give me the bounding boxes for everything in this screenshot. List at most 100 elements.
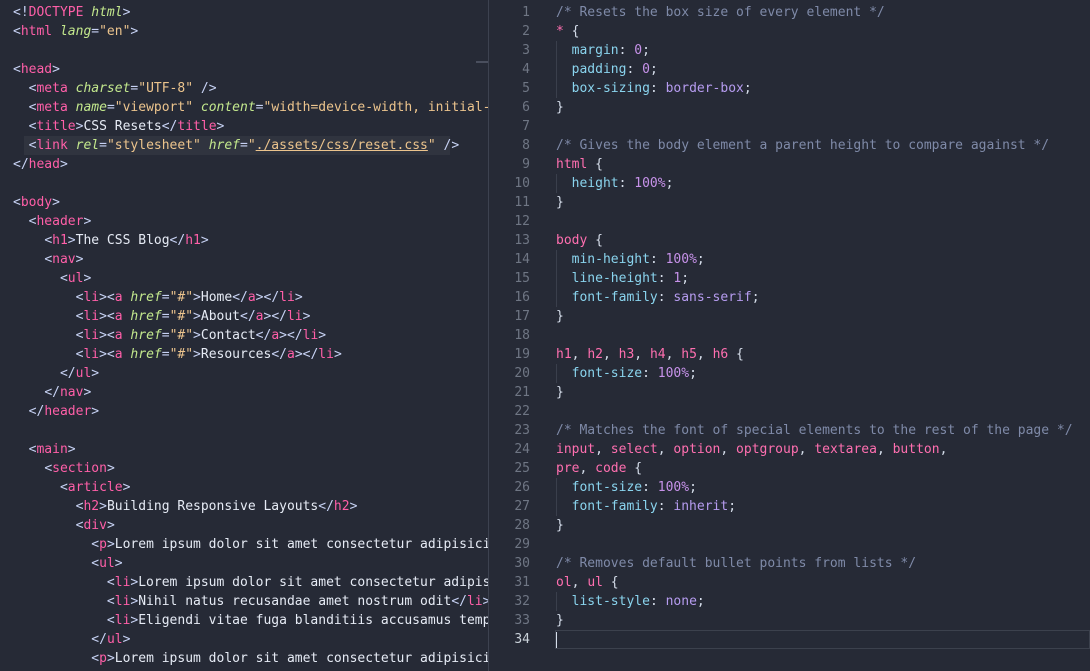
html-code-line[interactable]: <p>Lorem ipsum dolor sit amet consectetu… [0,649,488,668]
html-code-line[interactable]: <ul> [0,269,488,288]
code-token: li [318,347,334,362]
code-token: > [216,119,225,134]
code-token: "en" [99,24,131,39]
html-code-line[interactable]: <li><a href="#">About</a></li> [0,307,488,326]
code-token: DOCTYPE [28,5,84,20]
css-code-line[interactable]: 25 pre, code { [489,459,1090,478]
code-token: meta [36,100,68,115]
html-code-line[interactable]: <h1>The CSS Blog</h1> [0,231,488,250]
css-code-line[interactable]: 21} [489,383,1090,402]
code-token: h4 [649,347,666,362]
line-number: 25 [514,461,530,476]
css-code-line[interactable]: 19 h1, h2, h3, h4, h5, h6 { [489,345,1090,364]
line-number: 23 [514,423,530,438]
css-code-line[interactable]: 24 input, select, option, optgroup, texta… [489,440,1090,459]
html-code-line[interactable]: <li>Eligendi vitae fuga blanditiis accus… [0,611,488,630]
css-code-line[interactable]: 13 body { [489,231,1090,250]
code-token: " [247,138,256,153]
html-code-line[interactable]: </ul> [0,364,488,383]
html-code-line[interactable] [0,174,488,193]
html-code-line[interactable]: <link rel="stylesheet" href="./assets/cs… [0,136,488,155]
html-code-line[interactable]: <article> [0,478,488,497]
html-code-line[interactable]: </head> [0,155,488,174]
css-editor-pane[interactable]: 1 /* Resets the box size of every element… [489,0,1090,671]
html-code-line[interactable] [0,421,488,440]
code-token: li [466,594,483,609]
css-code-line[interactable]: 31 ol, ul { [489,573,1090,592]
css-code-line[interactable]: 16 font-family: sans-serif; [489,288,1090,307]
html-code-line[interactable]: <meta charset="UTF-8" /> [0,79,488,98]
code-token: > [106,537,115,552]
css-code-line[interactable]: 8 /* Gives the body element a parent heig… [489,136,1090,155]
html-code-line[interactable]: <li><a href="#">Resources</a></li> [0,345,488,364]
html-editor-pane[interactable]: <!DOCTYPE html> <html lang="en"> <head> <… [0,0,488,671]
code-token: * [556,24,564,39]
html-code-line[interactable]: <body> [0,193,488,212]
css-code-line[interactable]: 9 html { [489,155,1090,174]
html-code-line[interactable]: <ul> [0,554,488,573]
css-code-line[interactable]: 1 /* Resets the box size of every element… [489,3,1090,22]
code-token: </ [28,404,45,419]
html-code-line[interactable]: <head> [0,60,488,79]
html-code-line[interactable]: <p>Lorem ipsum dolor sit amet consectetu… [0,535,488,554]
css-code-line[interactable]: 12 [489,212,1090,231]
css-code-line[interactable]: 23 /* Matches the font of special element… [489,421,1090,440]
code-text: /* Resets the box size of every element … [556,3,885,22]
html-code-line[interactable]: <h2>Building Responsive Layouts</h2> [0,497,488,516]
html-code-line[interactable]: <title>CSS Resets</title> [0,117,488,136]
css-code-line[interactable]: 22 [489,402,1090,421]
html-code-line[interactable]: <nav> [0,250,488,269]
html-code-line[interactable]: <meta name="viewport" content="width=dev… [0,98,488,117]
css-code-line[interactable]: 11} [489,193,1090,212]
css-code-line[interactable]: 6} [489,98,1090,117]
css-code-line[interactable]: 15 line-height: 1; [489,269,1090,288]
css-code-line[interactable]: 28} [489,516,1090,535]
html-code[interactable]: <!DOCTYPE html> <html lang="en"> <head> <… [0,3,488,668]
html-code-line[interactable]: <main> [0,440,488,459]
css-code-line[interactable]: 2 * { [489,22,1090,41]
css-code-line[interactable]: 33} [489,611,1090,630]
css-code-line[interactable]: 20 font-size: 100%; [489,364,1090,383]
css-code-line[interactable]: 32 list-style: none; [489,592,1090,611]
html-code-line[interactable]: <html lang="en"> [0,22,488,41]
html-code-line[interactable]: <!DOCTYPE html> [0,3,488,22]
html-code-line[interactable]: <li>Nihil natus recusandae amet nostrum … [0,592,488,611]
html-code-line[interactable]: <div> [0,516,488,535]
code-token: ul [99,556,115,571]
code-token: p [99,537,107,552]
code-token: button [892,442,940,457]
css-code-line[interactable]: 18 [489,326,1090,345]
code-token: body [556,233,588,248]
code-token: charset [75,81,131,96]
html-code-line[interactable]: <li><a href="#">Home</a></li> [0,288,488,307]
html-code-line[interactable]: <header> [0,212,488,231]
code-token: a [247,290,256,305]
css-code-line[interactable]: 4 padding: 0; [489,60,1090,79]
css-code-line[interactable]: 10 height: 100%; [489,174,1090,193]
code-token: < [13,62,21,77]
css-code-line[interactable]: 27 font-family: inherit; [489,497,1090,516]
css-code-line[interactable]: 34 [489,630,1090,649]
scrollbar-marker[interactable] [476,61,488,63]
css-code-line[interactable]: 7 [489,117,1090,136]
html-code-line[interactable]: </nav> [0,383,488,402]
code-token: </ [44,385,60,400]
code-token: , [579,461,596,476]
css-code-line[interactable]: 3 margin: 0; [489,41,1090,60]
css-code[interactable]: 1 /* Resets the box size of every element… [489,3,1090,649]
html-code-line[interactable]: </header> [0,402,488,421]
html-code-line[interactable]: <li><a href="#">Contact</a></li> [0,326,488,345]
html-code-line[interactable]: <section> [0,459,488,478]
html-code-line[interactable]: <li>Lorem ipsum dolor sit amet consectet… [0,573,488,592]
css-code-line[interactable]: 17} [489,307,1090,326]
html-code-line[interactable] [0,41,488,60]
css-code-line[interactable]: 30 /* Removes default bullet points from … [489,554,1090,573]
css-code-line[interactable]: 26 font-size: 100%; [489,478,1090,497]
css-code-line[interactable]: 29 [489,535,1090,554]
code-token: meta [36,81,68,96]
html-code-line[interactable]: </ul> [0,630,488,649]
css-code-line[interactable]: 5 box-sizing: border-box; [489,79,1090,98]
css-code-line[interactable]: 14 min-height: 100%; [489,250,1090,269]
code-token: 100% [634,176,666,191]
